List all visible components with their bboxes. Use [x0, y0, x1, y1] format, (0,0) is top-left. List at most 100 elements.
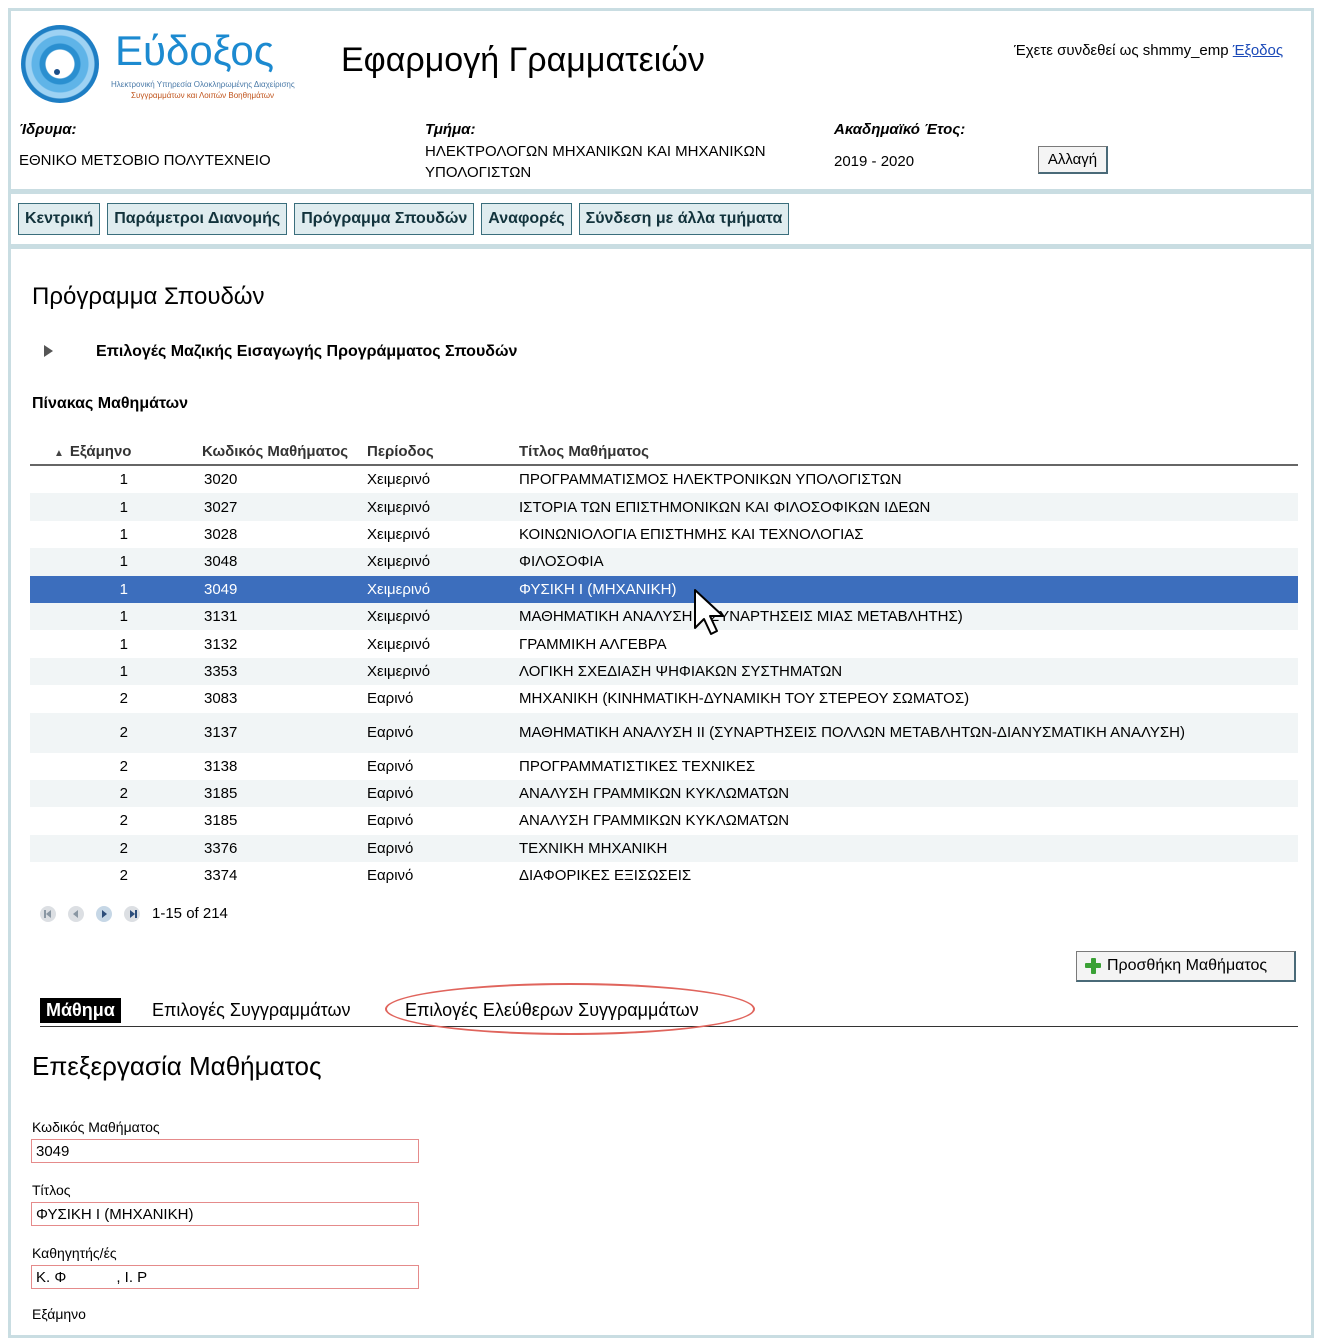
- table-row[interactable]: 1 3027 Χειμερινό ΙΣΤΟΡΙΑ ΤΩΝ ΕΠΙΣΤΗΜΟΝΙΚΩΝ …: [30, 493, 1298, 521]
- cell-semester: 2: [30, 834, 164, 863]
- cell-code: 3027: [164, 493, 367, 521]
- add-course-button[interactable]: Προσθήκη Μαθήματος: [1076, 951, 1296, 982]
- table-row[interactable]: 1 3131 Χειμερινό ΜΑΘΗΜΑΤΙΚΗ ΑΝΑΛΥΣΗ Ι (ΣΥΝΑ…: [30, 602, 1298, 631]
- cell-title: ΜΑΘΗΜΑΤΙΚΗ ΑΝΑΛΥΣΗ Ι (ΣΥΝΑΡΤΗΣΕΙΣ ΜΙΑΣ Μ…: [519, 602, 1298, 631]
- cell-title: ΙΣΤΟΡΙΑ ΤΩΝ ΕΠΙΣΤΗΜΟΝΙΚΩΝ ΚΑΙ ΦΙΛΟΣΟΦΙΚΩ…: [519, 493, 1298, 521]
- nav-study-program[interactable]: Πρόγραμμα Σπουδών: [294, 203, 475, 235]
- change-year-button[interactable]: Αλλαγή: [1038, 146, 1108, 174]
- table-row[interactable]: 2 3376 Εαρινό ΤΕΧΝΙΚΗ ΜΗΧΑΝΙΚΗ: [30, 834, 1298, 863]
- cell-semester: 2: [30, 712, 164, 753]
- cell-title: ΦΥΣΙΚΗ Ι (ΜΗΧΑΝΙΚΗ): [519, 575, 1298, 603]
- cell-code: 3185: [204, 812, 238, 830]
- cell-code: 3028: [204, 525, 238, 543]
- professors-input[interactable]: [31, 1265, 419, 1289]
- cell-title: ΓΡΑΜΜΙΚΗ ΑΛΓΕΒΡΑ: [519, 635, 667, 653]
- cell-period: Εαρινό: [367, 757, 414, 775]
- col-header-period[interactable]: Περίοδος: [367, 438, 519, 466]
- cell-semester: 1: [30, 602, 164, 631]
- cell-code: 3049: [164, 575, 367, 603]
- cell-period: Χειμερινό: [367, 471, 431, 489]
- cell-period: Εαρινό: [367, 690, 414, 708]
- cell-period: Χειμερινό: [367, 602, 519, 631]
- cell-title: ΦΙΛΟΣΟΦΙΑ: [519, 548, 1298, 576]
- cell-title: ΜΑΘΗΜΑΤΙΚΗ ΑΝΑΛΥΣΗ ΙΙ (ΣΥΝΑΡΤΗΣΕΙΣ ΠΟΛΛΩ…: [519, 712, 1298, 753]
- cell-title: ΜΗΧΑΝΙΚΗ (ΚΙΝΗΜΑΤΙΚΗ-ΔΥΝΑΜΙΚΗ ΤΟΥ ΣΤΕΡΕΟ…: [519, 690, 970, 708]
- cell-semester: 1: [119, 525, 128, 543]
- department-value-line2: ΥΠΟΛΟΓΙΣΤΩΝ: [425, 164, 532, 181]
- next-page-icon[interactable]: [96, 905, 112, 922]
- expand-arrow-icon[interactable]: [44, 345, 53, 357]
- logo-circle-icon: [21, 25, 99, 103]
- cell-period: Εαρινό: [367, 712, 519, 753]
- cell-period: Εαρινό: [367, 812, 414, 830]
- separator-top: [11, 189, 1314, 194]
- page-title: Πρόγραμμα Σπουδών: [32, 283, 265, 310]
- courses-table-title: Πίνακας Μαθημάτων: [32, 395, 189, 412]
- cell-semester: 1: [119, 635, 128, 653]
- cell-semester: 2: [119, 867, 128, 885]
- edit-course-title: Επεξεργασία Μαθήματος: [32, 1051, 322, 1081]
- col-header-code[interactable]: Κωδικός Μαθήματος: [164, 438, 367, 466]
- plus-icon: [1085, 958, 1101, 974]
- cell-period: Εαρινό: [367, 779, 519, 808]
- eudoxus-logo[interactable]: Εύδοξος Ηλεκτρονική Υπηρεσία Ολοκληρωμέν…: [21, 25, 311, 117]
- cell-period: Χειμερινό: [367, 657, 519, 686]
- first-page-icon[interactable]: [40, 905, 56, 922]
- cell-code: 3131: [164, 602, 367, 631]
- table-row[interactable]: 1 3353 Χειμερινό ΛΟΓΙΚΗ ΣΧΕΔΙΑΣΗ ΨΗΦΙΑΚΩΝ Σ…: [30, 657, 1298, 686]
- title-field-label: Τίτλος: [32, 1182, 71, 1198]
- bulk-import-toggle[interactable]: Επιλογές Μαζικής Εισαγωγής Προγράμματος …: [96, 343, 517, 361]
- logout-link[interactable]: Έξοδος: [1233, 42, 1283, 59]
- table-row[interactable]: 2 3138 Εαρινό ΠΡΟΓΡΑΜΜΑΤΙΣΤΙΚΕΣ ΤΕΧΝΙΚΕΣ: [30, 753, 1298, 780]
- cell-code: 3138: [204, 757, 238, 775]
- cell-period: Χειμερινό: [367, 575, 519, 603]
- highlight-oval: [385, 983, 755, 1035]
- cell-code: 3132: [204, 635, 238, 653]
- logo-brand: Εύδοξος: [115, 27, 274, 74]
- last-page-icon[interactable]: [124, 905, 140, 922]
- professors-field-label: Καθηγητής/ές: [32, 1245, 117, 1261]
- cell-title: ΚΟΙΝΩΝΙΟΛΟΓΙΑ ΕΠΙΣΤΗΜΗΣ ΚΑΙ ΤΕΧΝΟΛΟΓΙΑΣ: [519, 525, 864, 543]
- table-row[interactable]: 1 3028 Χειμερινό ΚΟΙΝΩΝΙΟΛΟΓΙΑ ΕΠΙΣΤΗΜΗΣ ΚΑ…: [30, 521, 1298, 548]
- cell-title: ΠΡΟΓΡΑΜΜΑΤΙΣΜΟΣ ΗΛΕΚΤΡΟΝΙΚΩΝ ΥΠΟΛΟΓΙΣΤΩΝ: [519, 471, 902, 489]
- cell-code: 3083: [204, 690, 238, 708]
- table-row[interactable]: 1 3132 Χειμερινό ΓΡΑΜΜΙΚΗ ΑΛΓΕΒΡΑ: [30, 630, 1298, 657]
- course-title-input[interactable]: [31, 1202, 419, 1226]
- academic-year-label: Ακαδημαϊκό Έτος:: [834, 121, 966, 138]
- header: Εύδοξος Ηλεκτρονική Υπηρεσία Ολοκληρωμέν…: [11, 11, 1314, 116]
- cell-period: Χειμερινό: [367, 525, 431, 543]
- nav-reports[interactable]: Αναφορές: [481, 203, 572, 235]
- separator-nav: [11, 244, 1314, 249]
- institution-label: Ίδρυμα:: [19, 121, 77, 138]
- cell-period: Εαρινό: [367, 867, 414, 885]
- nav-distribution-params[interactable]: Παράμετροι Διανομής: [107, 203, 288, 235]
- login-text: Έχετε συνδεθεί ως shmmy_emp: [1014, 42, 1229, 59]
- cell-period: Χειμερινό: [367, 548, 519, 576]
- prev-page-icon[interactable]: [68, 905, 84, 922]
- nav-home[interactable]: Κεντρική: [18, 203, 101, 235]
- col-header-title[interactable]: Τίτλος Μαθήματος: [519, 438, 1298, 466]
- login-status: Έχετε συνδεθεί ως shmmy_emp Έξοδος: [1014, 42, 1283, 59]
- cell-title: ΤΕΧΝΙΚΗ ΜΗΧΑΝΙΚΗ: [519, 834, 1298, 863]
- table-row[interactable]: 1 3020 Χειμερινό ΠΡΟΓΡΑΜΜΑΤΙΣΜΟΣ ΗΛΕΚΤΡΟΝΙΚ…: [30, 465, 1298, 493]
- tab-textbook-options[interactable]: Επιλογές Συγγραμμάτων: [152, 1000, 351, 1021]
- table-row[interactable]: 1 3049 Χειμερινό ΦΥΣΙΚΗ Ι (ΜΗΧΑΝΙΚΗ): [30, 575, 1298, 603]
- col-header-semester[interactable]: ▲ Εξάμηνο: [30, 438, 164, 466]
- tab-course[interactable]: Μάθημα: [40, 998, 121, 1023]
- cell-title: ΛΟΓΙΚΗ ΣΧΕΔΙΑΣΗ ΨΗΦΙΑΚΩΝ ΣΥΣΤΗΜΑΤΩΝ: [519, 657, 1298, 686]
- course-code-input[interactable]: [31, 1139, 419, 1163]
- table-row[interactable]: 2 3137 Εαρινό ΜΑΘΗΜΑΤΙΚΗ ΑΝΑΛΥΣΗ ΙΙ (ΣΥΝΑΡΤ…: [30, 712, 1298, 753]
- cell-period: Χειμερινό: [367, 493, 519, 521]
- table-row[interactable]: 2 3185 Εαρινό ΑΝΑΛΥΣΗ ΓΡΑΜΜΙΚΩΝ ΚΥΚΛΩΜΑΤΩΝ: [30, 779, 1298, 808]
- table-row[interactable]: 2 3374 Εαρινό ΔΙΑΦΟΡΙΚΕΣ ΕΞΙΣΩΣΕΙΣ: [30, 862, 1298, 889]
- table-row[interactable]: 2 3185 Εαρινό ΑΝΑΛΥΣΗ ΓΡΑΜΜΙΚΩΝ ΚΥΚΛΩΜΑΤΩΝ: [30, 807, 1298, 834]
- table-row[interactable]: 1 3048 Χειμερινό ΦΙΛΟΣΟΦΙΑ: [30, 548, 1298, 576]
- department-label: Τμήμα:: [425, 121, 476, 138]
- cell-semester: 1: [30, 657, 164, 686]
- table-header-row: ▲ Εξάμηνο Κωδικός Μαθήματος Περίοδος Τίτλ…: [30, 438, 1298, 466]
- courses-table: ▲ Εξάμηνο Κωδικός Μαθήματος Περίοδος Τίτλ…: [30, 438, 1298, 889]
- table-row[interactable]: 2 3083 Εαρινό ΜΗΧΑΝΙΚΗ (ΚΙΝΗΜΑΤΙΚΗ-ΔΥΝΑΜΙΚΗ…: [30, 685, 1298, 712]
- cell-period: Χειμερινό: [367, 635, 431, 653]
- cell-code: 3376: [164, 834, 367, 863]
- nav-link-departments[interactable]: Σύνδεση με άλλα τμήματα: [578, 203, 790, 235]
